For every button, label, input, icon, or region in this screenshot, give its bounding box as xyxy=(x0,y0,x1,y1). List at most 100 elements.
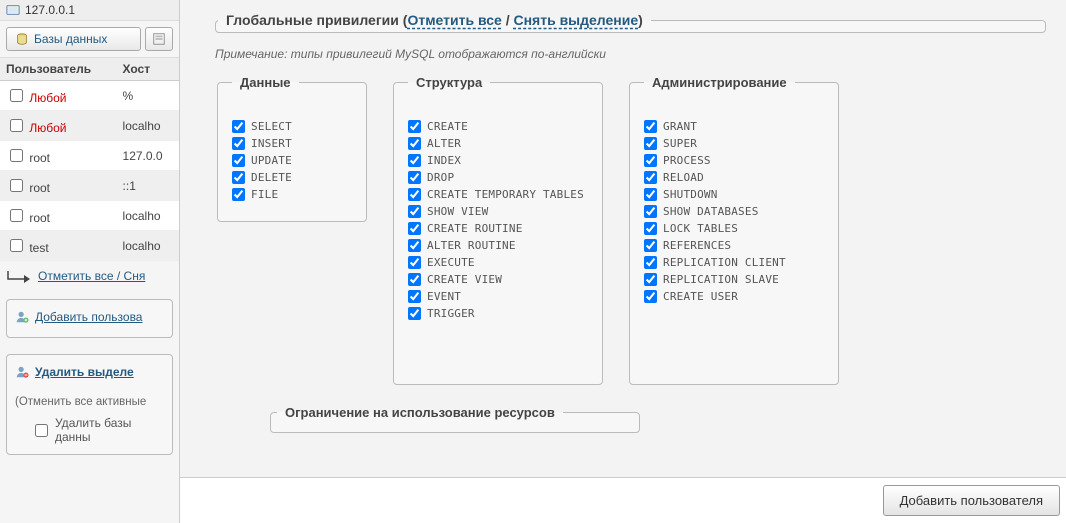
privilege-item: REPLICATION CLIENT xyxy=(644,254,824,271)
user-row[interactable]: Любойlocalho xyxy=(0,111,179,141)
user-host: ::1 xyxy=(117,171,179,201)
privilege-checkbox-super[interactable] xyxy=(644,137,657,150)
user-row[interactable]: root::1 xyxy=(0,171,179,201)
sql-icon xyxy=(152,32,166,46)
legend-limits: Ограничение на использование ресурсов xyxy=(277,405,563,420)
privilege-checkbox-index[interactable] xyxy=(408,154,421,167)
privilege-checkbox-alter[interactable] xyxy=(408,137,421,150)
user-name: test xyxy=(26,241,49,255)
privilege-checkbox-grant[interactable] xyxy=(644,120,657,133)
user-row[interactable]: rootlocalho xyxy=(0,201,179,231)
link-check-all[interactable]: Отметить все xyxy=(407,12,501,28)
privilege-label: EXECUTE xyxy=(427,256,475,269)
privilege-item: CREATE TEMPORARY TABLES xyxy=(408,186,588,203)
privileges-data: Данные SELECTINSERTUPDATEDELETEFILE xyxy=(217,75,367,222)
privilege-label: GRANT xyxy=(663,120,697,133)
privilege-checkbox-select[interactable] xyxy=(232,120,245,133)
privilege-checkbox-create-view[interactable] xyxy=(408,273,421,286)
delete-selected-link[interactable]: Удалить выделе xyxy=(15,365,134,379)
check-all-link[interactable]: Отметить все / Сня xyxy=(38,269,145,283)
add-user-link[interactable]: Добавить пользова xyxy=(15,310,142,324)
privilege-label: SHOW DATABASES xyxy=(663,205,759,218)
user-row[interactable]: Любой% xyxy=(0,81,179,111)
privilege-checkbox-update[interactable] xyxy=(232,154,245,167)
global-legend: Глобальные привилегии (Отметить все / Сн… xyxy=(218,12,651,28)
user-table: Пользователь Хост Любой% Любойlocalho ro… xyxy=(0,58,179,261)
add-user-button[interactable]: Добавить пользователя xyxy=(883,485,1060,516)
privilege-checkbox-references[interactable] xyxy=(644,239,657,252)
database-icon xyxy=(15,32,29,46)
privilege-label: UPDATE xyxy=(251,154,292,167)
privilege-item: CREATE VIEW xyxy=(408,271,588,288)
footer-bar: Добавить пользователя xyxy=(180,477,1066,523)
privilege-item: SELECT xyxy=(232,118,352,135)
privilege-checkbox-execute[interactable] xyxy=(408,256,421,269)
privilege-checkbox-event[interactable] xyxy=(408,290,421,303)
privilege-checkbox-create-temporary-tables[interactable] xyxy=(408,188,421,201)
privilege-checkbox-process[interactable] xyxy=(644,154,657,167)
privilege-checkbox-show-view[interactable] xyxy=(408,205,421,218)
privilege-label: ALTER ROUTINE xyxy=(427,239,516,252)
server-icon xyxy=(6,3,20,17)
sql-window-button[interactable] xyxy=(145,27,173,51)
privilege-label: CREATE ROUTINE xyxy=(427,222,523,235)
user-host: localho xyxy=(117,201,179,231)
user-checkbox[interactable] xyxy=(10,239,23,252)
legend-data: Данные xyxy=(232,75,299,90)
privilege-checkbox-alter-routine[interactable] xyxy=(408,239,421,252)
privilege-label: CREATE TEMPORARY TABLES xyxy=(427,188,584,201)
server-host: 127.0.0.1 xyxy=(25,3,75,17)
privilege-label: FILE xyxy=(251,188,278,201)
check-all-arrow-icon xyxy=(6,269,32,283)
delete-db-row: Удалить базы данны xyxy=(15,412,164,444)
delete-db-checkbox[interactable] xyxy=(35,424,48,437)
privilege-item: CREATE xyxy=(408,118,588,135)
user-checkbox[interactable] xyxy=(10,119,23,132)
privilege-checkbox-delete[interactable] xyxy=(232,171,245,184)
privilege-checkbox-drop[interactable] xyxy=(408,171,421,184)
privilege-checkbox-file[interactable] xyxy=(232,188,245,201)
check-all-row: Отметить все / Сня xyxy=(0,261,179,291)
user-name: Любой xyxy=(26,121,66,135)
privilege-checkbox-lock-tables[interactable] xyxy=(644,222,657,235)
privilege-label: SHOW VIEW xyxy=(427,205,488,218)
privilege-item: SHUTDOWN xyxy=(644,186,824,203)
privilege-checkbox-create-routine[interactable] xyxy=(408,222,421,235)
privilege-checkbox-create[interactable] xyxy=(408,120,421,133)
user-row[interactable]: testlocalho xyxy=(0,231,179,261)
user-checkbox[interactable] xyxy=(10,209,23,222)
privilege-checkbox-create-user[interactable] xyxy=(644,290,657,303)
privilege-checkbox-show-databases[interactable] xyxy=(644,205,657,218)
legend-structure: Структура xyxy=(408,75,490,90)
privilege-item: CREATE USER xyxy=(644,288,824,305)
privilege-checkbox-replication-slave[interactable] xyxy=(644,273,657,286)
col-host: Хост xyxy=(117,58,179,81)
privilege-checkbox-insert[interactable] xyxy=(232,137,245,150)
user-row[interactable]: root127.0.0 xyxy=(0,141,179,171)
privilege-item: DROP xyxy=(408,169,588,186)
user-checkbox[interactable] xyxy=(10,89,23,102)
privileges-structure: Структура CREATEALTERINDEXDROP CREATE TEM… xyxy=(393,75,603,385)
col-user: Пользователь xyxy=(0,58,117,81)
user-name: Любой xyxy=(26,91,66,105)
privilege-label: SELECT xyxy=(251,120,292,133)
privilege-item: EVENT xyxy=(408,288,588,305)
privilege-item: SHOW DATABASES xyxy=(644,203,824,220)
main-content: Глобальные привилегии (Отметить все / Сн… xyxy=(180,0,1066,523)
privilege-checkbox-trigger[interactable] xyxy=(408,307,421,320)
delete-user-icon xyxy=(15,365,29,379)
databases-button[interactable]: Базы данных xyxy=(6,27,141,51)
privilege-checkbox-replication-client[interactable] xyxy=(644,256,657,269)
sidebar: 127.0.0.1 Базы данных Пользователь Хост … xyxy=(0,0,180,523)
user-checkbox[interactable] xyxy=(10,179,23,192)
privilege-item: GRANT xyxy=(644,118,824,135)
privilege-label: LOCK TABLES xyxy=(663,222,738,235)
privilege-item: UPDATE xyxy=(232,152,352,169)
link-uncheck-all[interactable]: Снять выделение xyxy=(513,12,638,28)
privilege-item: INDEX xyxy=(408,152,588,169)
user-host: % xyxy=(117,81,179,111)
privilege-checkbox-shutdown[interactable] xyxy=(644,188,657,201)
privilege-item: ALTER xyxy=(408,135,588,152)
user-checkbox[interactable] xyxy=(10,149,23,162)
privilege-checkbox-reload[interactable] xyxy=(644,171,657,184)
